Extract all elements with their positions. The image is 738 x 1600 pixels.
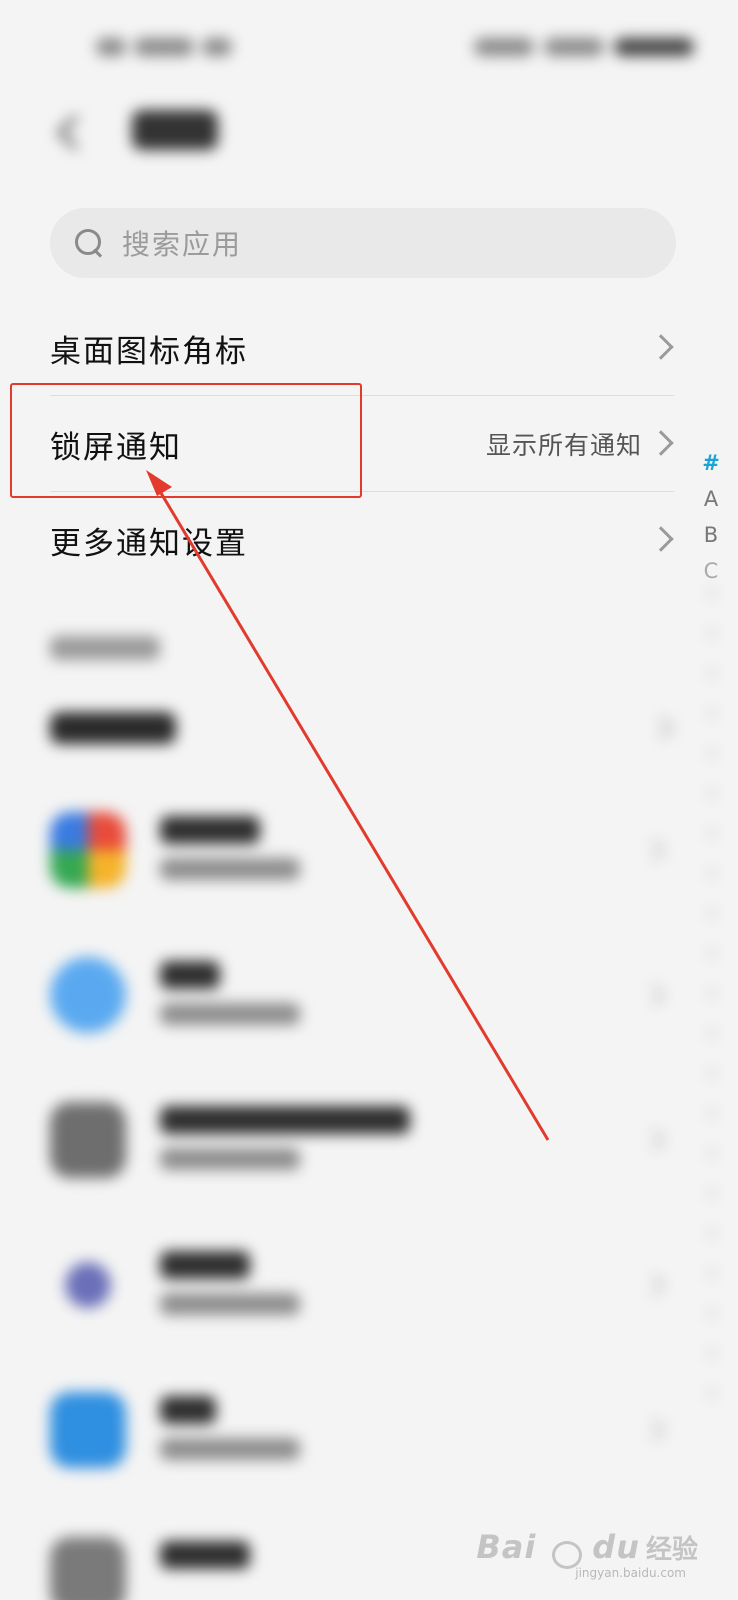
annotation-arrow-head bbox=[146, 470, 172, 496]
watermark-brand-suffix: du bbox=[592, 1528, 640, 1566]
watermark-product: 经验 bbox=[645, 1534, 698, 1565]
baidu-jingyan-watermark: Bai du 经验 jingyan.baidu.com bbox=[476, 1522, 698, 1580]
notification-settings-screen: 搜索应用 桌面图标角标 锁屏通知 显示所有通知 更多通知设置 # A B C B… bbox=[0, 0, 738, 1600]
paw-icon bbox=[542, 1525, 586, 1569]
watermark-brand: Bai bbox=[476, 1528, 537, 1566]
annotation-arrow bbox=[146, 470, 550, 1141]
watermark-url: jingyan.baidu.com bbox=[575, 1566, 686, 1580]
annotation-arrow-line bbox=[156, 487, 550, 1141]
